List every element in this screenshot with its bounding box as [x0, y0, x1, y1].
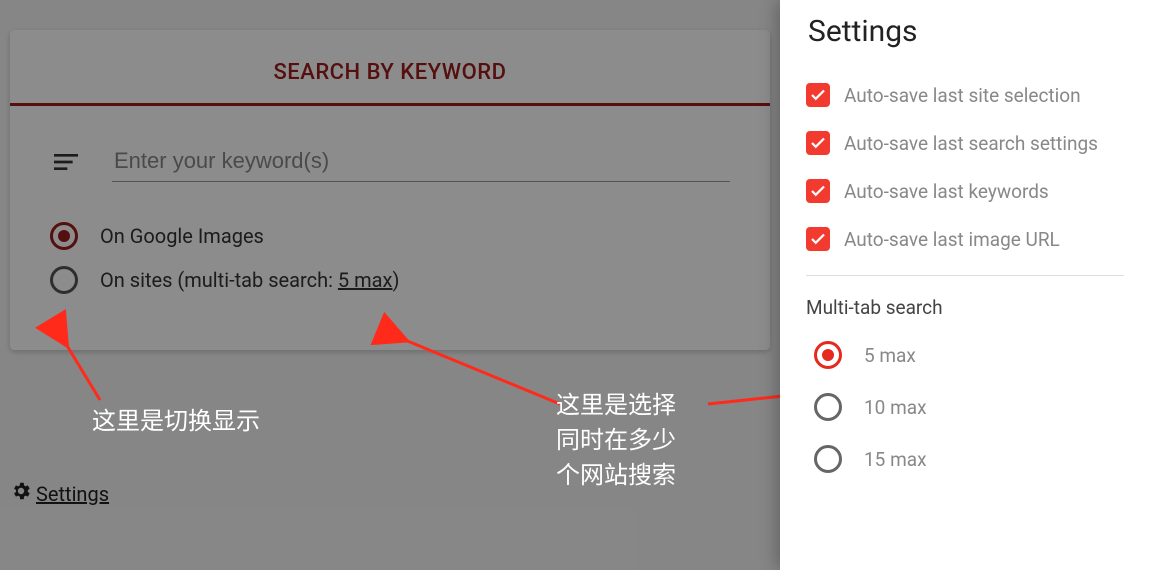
tab-search-by-keyword[interactable]: SEARCH BY KEYWORD: [10, 30, 770, 106]
option-label: On Google Images: [100, 224, 264, 248]
radio-icon: [50, 222, 78, 250]
radio-label: 5 max: [864, 344, 916, 367]
keyword-input-wrap: [112, 147, 730, 182]
check-label: Auto-save last keywords: [844, 180, 1049, 203]
multi-tab-max-link[interactable]: 5 max: [338, 268, 393, 292]
annotation-right: 这里是选择 同时在多少 个网站搜索: [556, 388, 676, 492]
check-label: Auto-save last site selection: [844, 84, 1081, 107]
checkbox-icon: [806, 179, 830, 203]
multi-tab-section-title: Multi-tab search: [806, 296, 1124, 319]
radio-icon: [814, 341, 842, 369]
checkbox-icon: [806, 131, 830, 155]
tab-title: SEARCH BY KEYWORD: [273, 60, 506, 85]
option-on-sites[interactable]: On sites (multi-tab search: 5 max): [50, 266, 730, 294]
check-label: Auto-save last search settings: [844, 132, 1098, 155]
settings-link[interactable]: Settings: [10, 480, 109, 507]
check-auto-save-site-selection[interactable]: Auto-save last site selection: [806, 83, 1124, 107]
checkbox-icon: [806, 227, 830, 251]
radio-label: 10 max: [864, 396, 927, 419]
gear-icon: [10, 480, 32, 507]
radio-5-max[interactable]: 5 max: [806, 341, 1124, 369]
radio-icon: [814, 393, 842, 421]
check-auto-save-search-settings[interactable]: Auto-save last search settings: [806, 131, 1124, 155]
radio-label: 15 max: [864, 448, 927, 471]
divider: [806, 275, 1124, 276]
radio-icon: [814, 445, 842, 473]
search-card: SEARCH BY KEYWORD On Google Images: [10, 30, 770, 350]
radio-15-max[interactable]: 15 max: [806, 445, 1124, 473]
check-auto-save-image-url[interactable]: Auto-save last image URL: [806, 227, 1124, 251]
settings-panel: Settings Auto-save last site selection A…: [780, 0, 1150, 570]
check-label: Auto-save last image URL: [844, 228, 1060, 251]
settings-title: Settings: [808, 14, 1124, 49]
menu-icon[interactable]: [50, 146, 82, 182]
option-label: On sites (multi-tab search: 5 max): [100, 268, 399, 292]
check-auto-save-keywords[interactable]: Auto-save last keywords: [806, 179, 1124, 203]
keyword-input[interactable]: [112, 147, 734, 175]
annotation-left: 这里是切换显示: [92, 404, 260, 439]
radio-10-max[interactable]: 10 max: [806, 393, 1124, 421]
option-google-images[interactable]: On Google Images: [50, 222, 730, 250]
radio-icon: [50, 266, 78, 294]
checkbox-icon: [806, 83, 830, 107]
settings-link-label: Settings: [36, 482, 109, 506]
